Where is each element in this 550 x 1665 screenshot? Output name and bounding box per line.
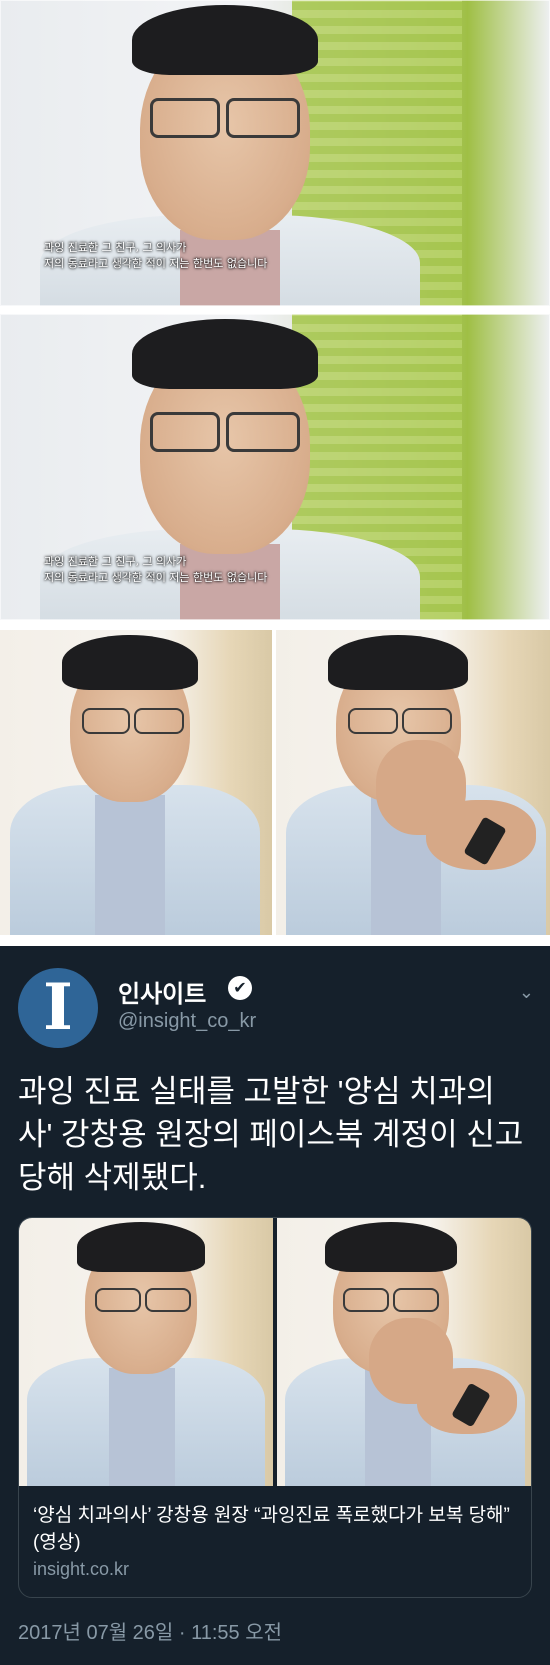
verified-icon: ✔ [228, 976, 252, 1000]
tweet-text: 과잉 진료 실태를 고발한 '양심 치과의사' 강창용 원장의 페이스북 계정이… [18, 1074, 524, 1195]
tweet-author-handle[interactable]: @insight_co_kr [118, 1010, 256, 1033]
link-card-domain: insight.co.kr [33, 1559, 130, 1579]
chevron-down-icon[interactable]: ⌄ [519, 982, 534, 1003]
link-card-image [19, 1218, 531, 1486]
video-subtitle: 과잉 진료한 그 친구, 그 의사가 저의 동료라고 생각한 적이 저는 한번도… [44, 240, 267, 272]
video-frame-1: 과잉 진료한 그 친구, 그 의사가 저의 동료라고 생각한 적이 저는 한번도… [0, 0, 550, 306]
video-subtitle: 과잉 진료한 그 친구, 그 의사가 저의 동료라고 생각한 적이 저는 한번도… [44, 554, 267, 586]
tweet-author-name[interactable]: 인사이트 [118, 974, 206, 1009]
subtitle-line-1: 과잉 진료한 그 친구, 그 의사가 [44, 555, 187, 568]
subtitle-line-1: 과잉 진료한 그 친구, 그 의사가 [44, 241, 187, 254]
tweet-timestamp[interactable]: 2017년 07월 26일 · 11:55 오전 [18, 1616, 282, 1645]
photo-left [0, 630, 272, 935]
photo-collage [0, 630, 550, 935]
card-photo-left [19, 1218, 273, 1486]
subtitle-line-2: 저의 동료라고 생각한 적이 저는 한번도 없습니다 [44, 257, 268, 270]
tweet-card: I 인사이트 ✔ @insight_co_kr ⌄ 과잉 진료 실태를 고발한 … [0, 943, 550, 1665]
avatar-letter: I [43, 970, 73, 1045]
insight-avatar[interactable]: I [18, 968, 98, 1048]
subtitle-line-2: 저의 동료라고 생각한 적이 저는 한번도 없습니다 [44, 571, 268, 584]
video-frame-2: 과잉 진료한 그 친구, 그 의사가 저의 동료라고 생각한 적이 저는 한번도… [0, 314, 550, 620]
link-card-title: ‘양심 치과의사’ 강창용 원장 “과잉진료 폭로했다가 보복 당해” (영상) [33, 1505, 510, 1553]
card-photo-right [277, 1218, 531, 1486]
link-card[interactable]: ‘양심 치과의사’ 강창용 원장 “과잉진료 폭로했다가 보복 당해” (영상)… [18, 1217, 532, 1598]
photo-right [276, 630, 550, 935]
